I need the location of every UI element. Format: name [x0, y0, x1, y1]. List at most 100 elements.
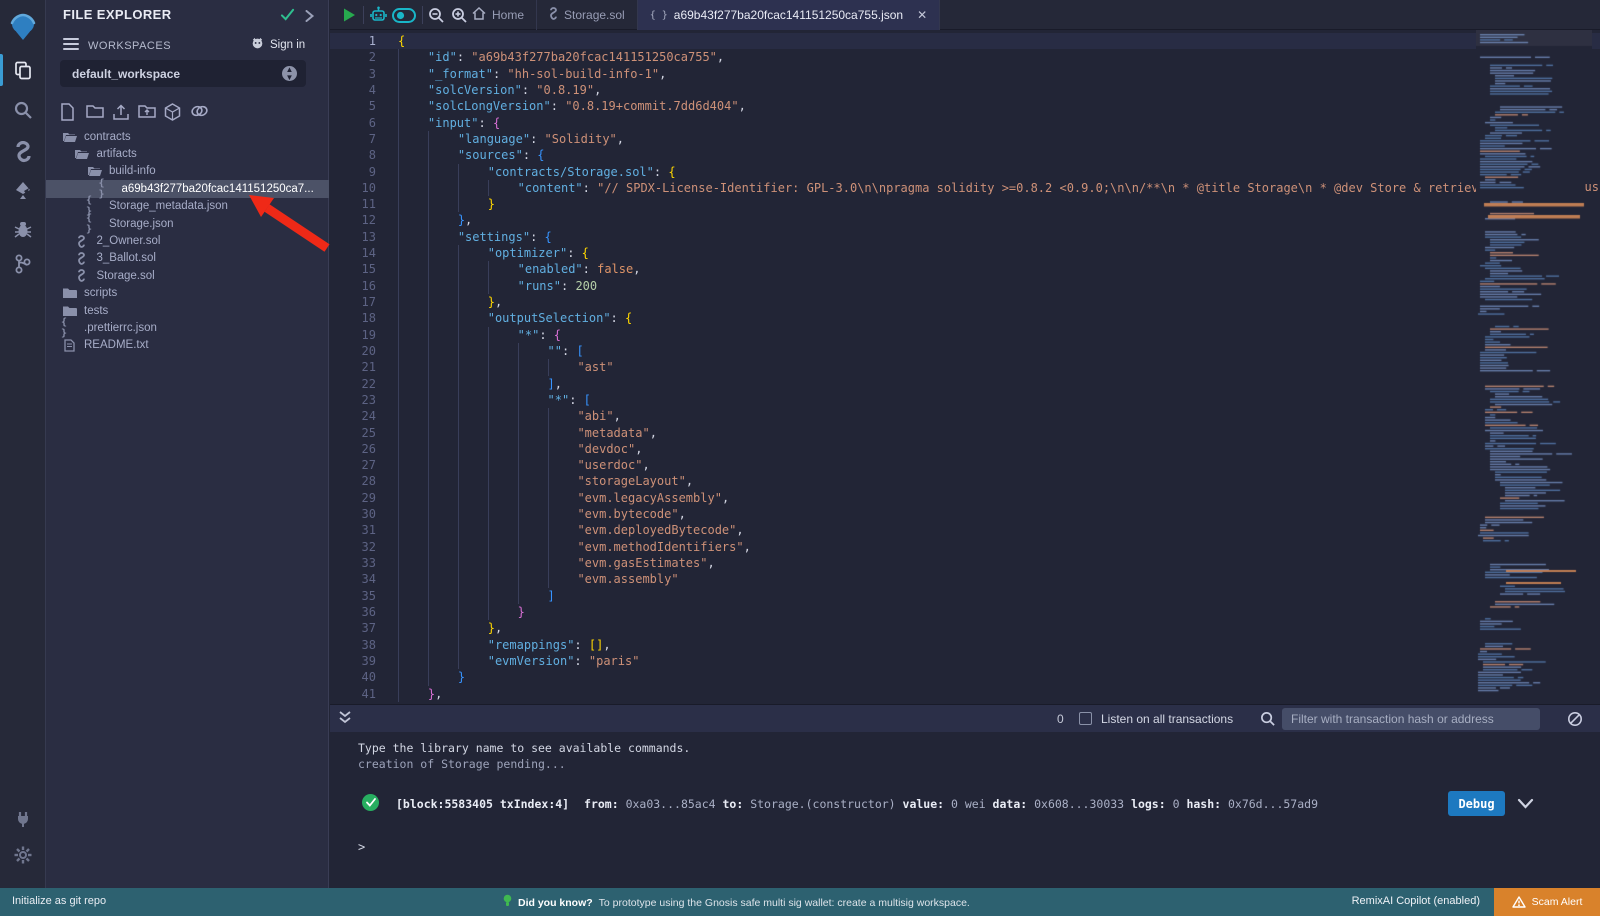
tree-item-2-owner-sol[interactable]: 2_Owner.sol [46, 232, 329, 249]
code-line-37[interactable]: 37 }, [330, 620, 1600, 636]
git-icon[interactable] [0, 247, 46, 281]
code-line-14[interactable]: 14 "optimizer": { [330, 245, 1600, 261]
check-icon[interactable] [280, 8, 295, 26]
code-editor[interactable]: 1{2 "id": "a69b43f277ba20fcac141151250ca… [330, 30, 1600, 704]
tab-storage-sol[interactable]: Storage.sol [537, 0, 638, 30]
filter-input[interactable] [1282, 708, 1540, 730]
chevron-right-icon[interactable] [304, 9, 315, 27]
tree-item--prettierrc-json[interactable]: { }.prettierrc.json [46, 319, 329, 336]
line-number: 2 [330, 49, 398, 65]
tree-item-build-info[interactable]: build-info [46, 163, 329, 180]
close-tab-icon[interactable]: ✕ [917, 8, 927, 22]
transaction-log[interactable]: [block:5583405 txIndex:4] from: 0xa03...… [396, 797, 1318, 811]
code-line-38[interactable]: 38 "remappings": [], [330, 637, 1600, 653]
clear-filter-icon[interactable] [1567, 711, 1583, 732]
settings-icon[interactable] [0, 838, 46, 872]
code-line-15[interactable]: 15 "enabled": false, [330, 261, 1600, 277]
code-line-1[interactable]: 1{ [330, 33, 1600, 49]
search-icon[interactable] [1260, 711, 1276, 732]
upload-file-icon[interactable] [112, 103, 129, 121]
terminal[interactable]: Type the library name to see available c… [330, 732, 1600, 888]
code-line-40[interactable]: 40 } [330, 669, 1600, 685]
code-line-8[interactable]: 8 "sources": { [330, 147, 1600, 163]
code-line-27[interactable]: 27 "userdoc", [330, 457, 1600, 473]
code-line-21[interactable]: 21 "ast" [330, 359, 1600, 375]
code-line-7[interactable]: 7 "language": "Solidity", [330, 131, 1600, 147]
tree-item-tests[interactable]: tests [46, 302, 329, 319]
tab-a69b43f277ba20fcac141151250ca755-json[interactable]: { }a69b43f277ba20fcac141151250ca755.json… [638, 0, 940, 30]
code-line-33[interactable]: 33 "evm.gasEstimates", [330, 555, 1600, 571]
new-folder-icon[interactable] [86, 103, 103, 121]
tip-text: To prototype using the Gnosis safe multi… [599, 897, 970, 909]
tree-item-readme-txt[interactable]: README.txt [46, 337, 329, 354]
file-explorer-icon[interactable] [0, 53, 46, 87]
code-line-20[interactable]: 20 "": [ [330, 343, 1600, 359]
workspaces-menu-icon[interactable] [63, 38, 79, 51]
solidity-compiler-icon[interactable] [0, 135, 46, 169]
debugger-icon[interactable] [0, 212, 46, 246]
code-line-12[interactable]: 12 }, [330, 212, 1600, 228]
tree-item-label: build-info [109, 165, 156, 177]
code-line-2[interactable]: 2 "id": "a69b43f277ba20fcac141151250ca75… [330, 49, 1600, 65]
upload-folder-icon[interactable] [138, 103, 155, 121]
code-line-3[interactable]: 3 "_format": "hh-sol-build-info-1", [330, 66, 1600, 82]
workspace-select[interactable]: default_workspace ▲▼ [60, 60, 306, 87]
code-line-41[interactable]: 41 }, [330, 686, 1600, 702]
minimap[interactable] [1476, 30, 1592, 704]
plugin-manager-icon[interactable] [0, 802, 46, 836]
scam-alert-badge[interactable]: Scam Alert [1494, 888, 1600, 916]
tree-item-scripts[interactable]: scripts [46, 285, 329, 302]
indent-guide [398, 245, 428, 261]
tree-item-artifacts[interactable]: artifacts [46, 145, 329, 162]
code-line-4[interactable]: 4 "solcVersion": "0.8.19", [330, 82, 1600, 98]
new-file-icon[interactable] [60, 103, 77, 121]
code-line-22[interactable]: 22 ], [330, 376, 1600, 392]
code-line-17[interactable]: 17 }, [330, 294, 1600, 310]
remix-logo[interactable] [0, 10, 46, 44]
tree-item-storage-json[interactable]: { }Storage.json [46, 215, 329, 232]
code-line-39[interactable]: 39 "evmVersion": "paris" [330, 653, 1600, 669]
code-line-11[interactable]: 11 } [330, 196, 1600, 212]
sign-in-button[interactable]: Sign in [250, 37, 305, 53]
run-icon[interactable] [342, 0, 357, 30]
tree-item-3-ballot-sol[interactable]: 3_Ballot.sol [46, 250, 329, 267]
code-line-26[interactable]: 26 "devdoc", [330, 441, 1600, 457]
workspace-box-icon[interactable] [164, 103, 181, 121]
code-line-6[interactable]: 6 "input": { [330, 115, 1600, 131]
git-init-status[interactable]: Initialize as git repo [12, 895, 106, 907]
ai-assistant-icon[interactable] [369, 0, 388, 30]
collapse-terminal-icon[interactable] [338, 710, 352, 731]
tree-item-storage-sol[interactable]: Storage.sol [46, 267, 329, 284]
code-line-30[interactable]: 30 "evm.bytecode", [330, 506, 1600, 522]
file-icon [61, 338, 77, 352]
link-icon[interactable] [190, 103, 207, 121]
expand-tx-icon[interactable] [1517, 795, 1534, 814]
code-line-10[interactable]: 10 "content": "// SPDX-License-Identifie… [330, 180, 1600, 196]
code-line-18[interactable]: 18 "outputSelection": { [330, 310, 1600, 326]
code-line-28[interactable]: 28 "storageLayout", [330, 473, 1600, 489]
code-line-5[interactable]: 5 "solcLongVersion": "0.8.19+commit.7dd6… [330, 98, 1600, 114]
code-line-25[interactable]: 25 "metadata", [330, 425, 1600, 441]
code-line-24[interactable]: 24 "abi", [330, 408, 1600, 424]
code-line-19[interactable]: 19 "*": { [330, 327, 1600, 343]
code-line-35[interactable]: 35 ] [330, 588, 1600, 604]
code-line-31[interactable]: 31 "evm.deployedBytecode", [330, 522, 1600, 538]
deploy-run-icon[interactable] [0, 173, 46, 207]
code-line-16[interactable]: 16 "runs": 200 [330, 278, 1600, 294]
code-line-13[interactable]: 13 "settings": { [330, 229, 1600, 245]
tree-item-contracts[interactable]: contracts [46, 128, 329, 145]
code-line-9[interactable]: 9 "contracts/Storage.sol": { [330, 164, 1600, 180]
ai-toggle-icon[interactable] [392, 0, 416, 30]
code-line-23[interactable]: 23 "*": [ [330, 392, 1600, 408]
code-line-29[interactable]: 29 "evm.legacyAssembly", [330, 490, 1600, 506]
code-line-36[interactable]: 36 } [330, 604, 1600, 620]
code-line-34[interactable]: 34 "evm.assembly" [330, 571, 1600, 587]
listen-label[interactable]: Listen on all transactions [1101, 712, 1233, 726]
zoom-out-icon[interactable] [428, 0, 445, 30]
line-number: 8 [330, 147, 398, 163]
search-icon[interactable] [0, 93, 46, 127]
code-line-32[interactable]: 32 "evm.methodIdentifiers", [330, 539, 1600, 555]
debug-button[interactable]: Debug [1448, 791, 1505, 816]
tab-home[interactable]: Home [460, 0, 537, 30]
listen-checkbox[interactable] [1079, 712, 1092, 725]
